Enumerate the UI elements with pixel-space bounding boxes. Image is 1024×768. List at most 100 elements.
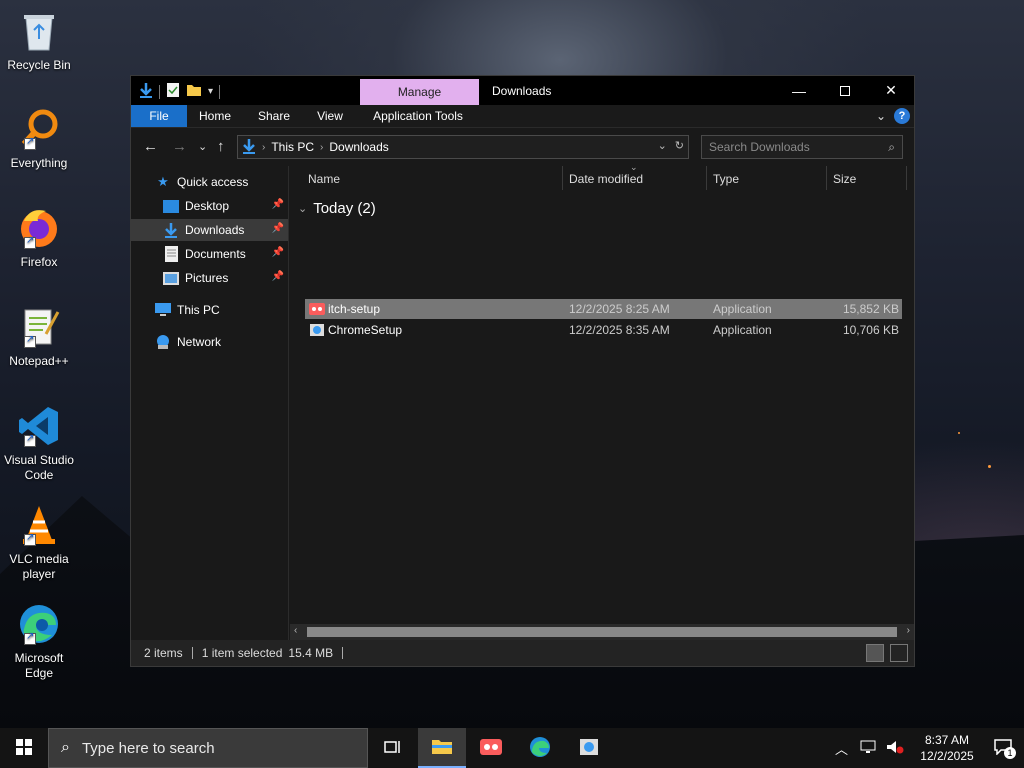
start-button[interactable] — [0, 728, 48, 768]
pin-icon[interactable]: 📌 — [272, 199, 284, 210]
up-button[interactable]: ↑ — [217, 138, 225, 155]
sidebar-item-desktop[interactable]: Desktop 📌 — [131, 195, 288, 217]
column-header-date-modified[interactable]: Date modified — [569, 172, 643, 186]
show-hidden-icons-icon[interactable]: ︿ — [827, 739, 856, 758]
tab-home[interactable]: Home — [193, 105, 237, 127]
sidebar-item-quick-access[interactable]: ★ Quick access — [131, 171, 288, 193]
sidebar-item-network[interactable]: Network — [131, 331, 288, 353]
navigation-pane: ★ Quick access Desktop 📌 Downloads 📌 Doc… — [131, 166, 289, 640]
pin-icon[interactable]: 📌 — [272, 223, 284, 234]
windows-logo-icon — [16, 738, 32, 758]
maximize-button[interactable] — [822, 76, 868, 105]
file-type: Application — [713, 323, 772, 337]
sidebar-item-documents[interactable]: Documents 📌 — [131, 243, 288, 265]
desktop-icon-recycle-bin[interactable]: Recycle Bin — [0, 8, 78, 73]
scrollbar-thumb[interactable] — [307, 627, 897, 637]
pictures-folder-icon — [163, 270, 179, 286]
network-status-icon[interactable] — [856, 740, 880, 757]
sidebar-item-label: Documents — [185, 247, 246, 261]
column-header-name[interactable]: Name — [308, 172, 340, 186]
column-divider[interactable] — [906, 166, 907, 190]
breadcrumb-chevron-icon: › — [320, 141, 324, 153]
refresh-icon[interactable]: ↻ — [675, 139, 684, 152]
taskbar-installer[interactable] — [565, 728, 613, 768]
star-icon: ★ — [157, 174, 169, 189]
task-view-button[interactable] — [368, 728, 416, 768]
customize-toolbar-icon[interactable]: ▾ — [208, 86, 213, 97]
details-view-button[interactable] — [866, 644, 884, 662]
shortcut-arrow-icon — [24, 433, 36, 447]
notification-badge: 1 — [1004, 746, 1016, 759]
expand-ribbon-icon[interactable]: ⌄ — [876, 109, 886, 123]
tab-application-tools[interactable]: Application Tools — [363, 105, 473, 127]
desktop-icon-notepad-plus-plus[interactable]: Notepad++ — [0, 304, 78, 369]
search-icon[interactable]: ⌕ — [888, 140, 895, 155]
file-explorer-window: ▾ Manage Downloads — ✕ File Home Share V… — [130, 75, 915, 667]
title-bar[interactable]: ▾ Manage Downloads — ✕ — [131, 76, 914, 106]
shortcut-arrow-icon — [24, 235, 36, 249]
desktop-icon-vscode[interactable]: Visual Studio Code — [0, 403, 78, 483]
system-tray: ︿ 8:37 AM 12/2/2025 1 — [827, 728, 1024, 768]
file-date: 12/2/2025 8:25 AM — [569, 302, 670, 316]
toolbar-separator — [219, 84, 221, 99]
pin-icon[interactable]: 📌 — [272, 247, 284, 258]
sidebar-item-this-pc[interactable]: This PC — [131, 299, 288, 321]
close-button[interactable]: ✕ — [868, 76, 914, 105]
column-header-size[interactable]: Size — [833, 172, 856, 186]
taskbar-edge[interactable] — [516, 728, 564, 768]
horizontal-scrollbar[interactable]: ‹ › — [290, 624, 914, 640]
minimize-button[interactable]: — — [776, 76, 822, 105]
sidebar-item-downloads[interactable]: Downloads 📌 — [131, 219, 288, 241]
file-row-chromesetup[interactable]: ChromeSetup 12/2/2025 8:35 AM Applicatio… — [305, 320, 902, 340]
desktop-icon-edge[interactable]: Microsoft Edge — [0, 601, 78, 681]
breadcrumb-this-pc[interactable]: This PC — [271, 140, 314, 154]
tab-file[interactable]: File — [131, 105, 187, 127]
desktop-icon-vlc[interactable]: VLC media player — [0, 502, 78, 582]
search-box[interactable]: ⌕ — [701, 135, 903, 159]
taskbar-itch[interactable] — [467, 728, 515, 768]
firefox-icon — [16, 205, 62, 251]
scroll-right-icon[interactable]: › — [907, 625, 910, 636]
volume-muted-icon[interactable] — [880, 740, 910, 757]
help-icon[interactable]: ? — [894, 108, 910, 124]
taskbar-file-explorer[interactable] — [418, 728, 466, 768]
desktop-icon-firefox[interactable]: Firefox — [0, 205, 78, 270]
recent-locations-button[interactable]: ⌄ — [198, 140, 207, 153]
breadcrumb-downloads[interactable]: Downloads — [329, 140, 388, 154]
search-input[interactable] — [702, 136, 872, 158]
file-row-itch-setup[interactable]: itch-setup 12/2/2025 8:25 AM Application… — [305, 299, 902, 319]
maximize-icon — [840, 85, 850, 96]
desktop-icon-everything[interactable]: Everything — [0, 106, 78, 171]
pin-icon[interactable]: 📌 — [272, 271, 284, 282]
tab-share[interactable]: Share — [251, 105, 297, 127]
column-header-type[interactable]: Type — [713, 172, 739, 186]
sidebar-item-label: Pictures — [185, 271, 229, 285]
scroll-left-icon[interactable]: ‹ — [294, 625, 297, 636]
group-header-today[interactable]: ⌄ Today (2) — [298, 200, 376, 217]
toolbar-separator — [159, 84, 160, 99]
clock[interactable]: 8:37 AM 12/2/2025 — [910, 732, 984, 764]
address-input[interactable]: › This PC › Downloads ⌄ ↻ — [237, 135, 689, 159]
downloads-arrow-icon — [242, 138, 256, 157]
shortcut-arrow-icon — [24, 334, 36, 348]
large-icons-view-button[interactable] — [890, 644, 908, 662]
status-item-count: 2 items — [144, 646, 183, 660]
tab-manage[interactable]: Manage — [360, 79, 479, 106]
status-selected-size: 15.4 MB — [288, 646, 334, 660]
address-dropdown-icon[interactable]: ⌄ — [658, 139, 667, 152]
taskbar-search-box[interactable]: ⌕ Type here to search — [48, 728, 368, 768]
tab-view[interactable]: View — [309, 105, 351, 127]
column-divider[interactable] — [706, 166, 707, 190]
notifications-button[interactable]: 1 — [984, 738, 1024, 759]
new-folder-icon[interactable] — [186, 83, 202, 100]
sidebar-item-pictures[interactable]: Pictures 📌 — [131, 267, 288, 289]
properties-icon[interactable] — [166, 82, 180, 101]
search-icon: ⌕ — [61, 739, 70, 756]
column-divider[interactable] — [562, 166, 563, 190]
back-button[interactable]: ← — [143, 138, 158, 155]
forward-button[interactable]: → — [172, 138, 187, 155]
column-divider[interactable] — [826, 166, 827, 190]
clock-date: 12/2/2025 — [920, 749, 974, 763]
clock-time: 8:37 AM — [924, 733, 970, 747]
status-divider — [191, 647, 193, 659]
